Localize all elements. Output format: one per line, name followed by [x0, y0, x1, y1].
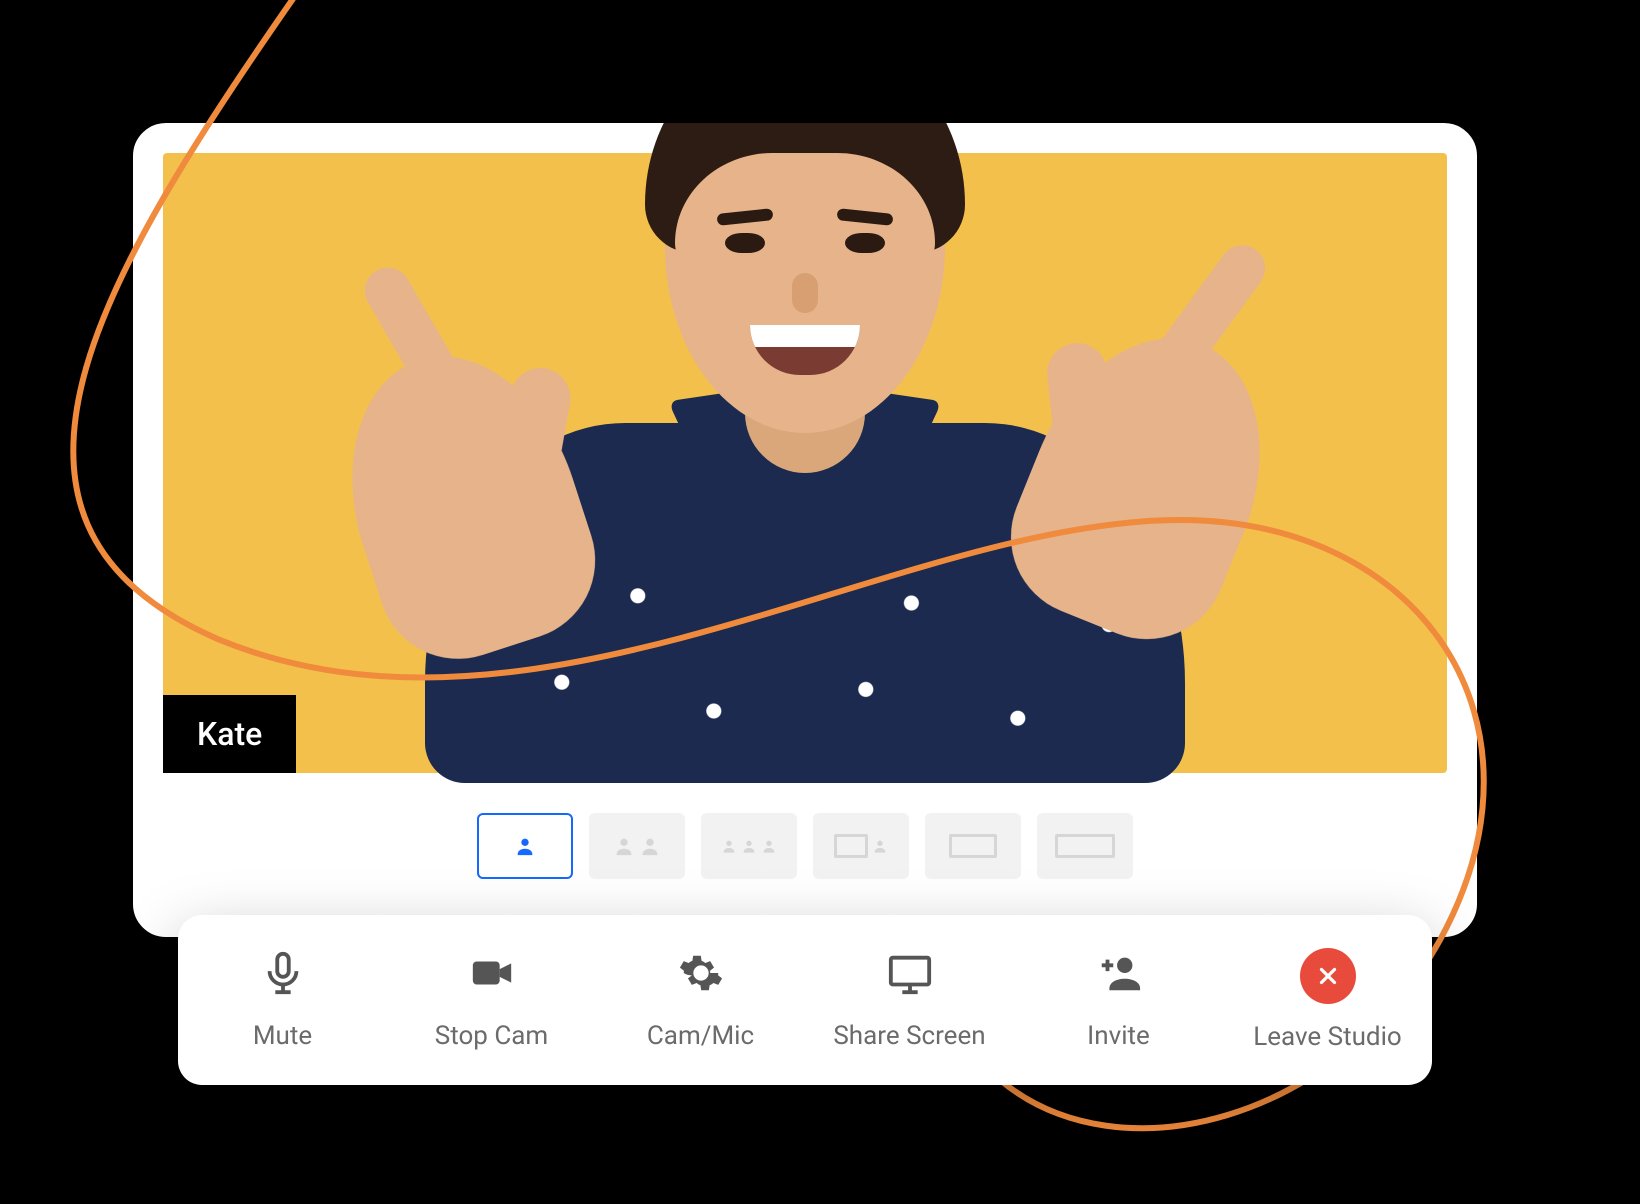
participant-name-tag: Kate	[163, 695, 296, 773]
layout-option-screen-pip[interactable]	[925, 813, 1021, 879]
video-camera-icon	[469, 950, 515, 1003]
person-icon	[741, 838, 757, 854]
layout-option-two[interactable]	[589, 813, 685, 879]
screen-icon	[949, 834, 997, 858]
studio-window: Kate	[130, 120, 1480, 940]
cam-mic-settings-button[interactable]: Cam/Mic	[596, 915, 805, 1085]
person-icon	[721, 838, 737, 854]
layout-option-screen-person[interactable]	[813, 813, 909, 879]
microphone-icon	[260, 950, 306, 1003]
add-person-icon	[1096, 950, 1142, 1003]
person-icon	[761, 838, 777, 854]
gear-icon	[678, 950, 724, 1003]
person-icon	[514, 835, 536, 857]
screen-icon	[834, 834, 868, 858]
cam-mic-label: Cam/Mic	[647, 1021, 754, 1051]
mute-label: Mute	[253, 1021, 312, 1051]
screen-icon	[1055, 834, 1115, 858]
invite-label: Invite	[1087, 1021, 1150, 1051]
leave-label: Leave Studio	[1253, 1022, 1402, 1052]
participant-avatar	[395, 120, 1215, 773]
video-feed: Kate	[163, 153, 1447, 773]
stop-cam-button[interactable]: Stop Cam	[387, 915, 596, 1085]
person-icon	[872, 838, 888, 854]
close-icon	[1300, 948, 1356, 1004]
share-screen-label: Share Screen	[833, 1021, 985, 1051]
layout-option-solo[interactable]	[477, 813, 573, 879]
person-icon	[639, 835, 661, 857]
invite-button[interactable]: Invite	[1014, 915, 1223, 1085]
layout-option-screen-only[interactable]	[1037, 813, 1133, 879]
share-screen-button[interactable]: Share Screen	[805, 915, 1014, 1085]
layout-picker	[133, 813, 1477, 879]
mute-button[interactable]: Mute	[178, 915, 387, 1085]
stop-cam-label: Stop Cam	[435, 1021, 548, 1051]
studio-toolbar: Mute Stop Cam Cam/Mic Share Screen	[178, 915, 1432, 1085]
leave-studio-button[interactable]: Leave Studio	[1223, 915, 1432, 1085]
layout-option-three[interactable]	[701, 813, 797, 879]
person-icon	[613, 835, 635, 857]
monitor-icon	[887, 950, 933, 1003]
